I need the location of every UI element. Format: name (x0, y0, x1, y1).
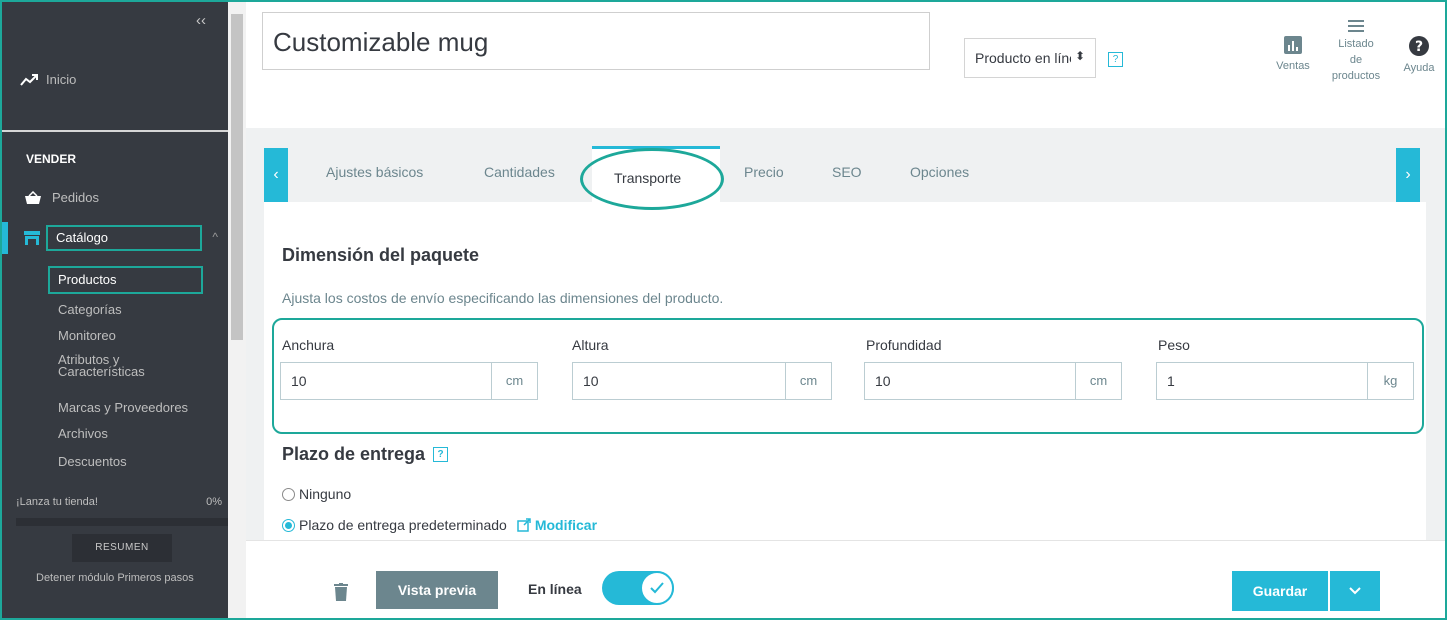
depth-unit: cm (1075, 363, 1121, 399)
check-icon (650, 582, 664, 594)
delivery-option-default[interactable]: Plazo de entrega predeterminado Modifica… (282, 517, 597, 533)
sidebar-item-label: Pedidos (52, 190, 99, 205)
highlight-circle (580, 148, 724, 210)
trash-icon[interactable] (334, 583, 348, 601)
sidebar: ‹‹ Inicio VENDER Pedidos Catálogo ^ Prod… (2, 2, 228, 618)
radio-label: Plazo de entrega predeterminado (299, 517, 507, 533)
product-list-label: Listado de productos (1331, 38, 1381, 82)
save-options-dropdown[interactable] (1330, 571, 1380, 611)
height-input[interactable]: 10 cm (572, 362, 832, 400)
launch-progress-percent: 0% (206, 496, 222, 508)
chevron-down-icon (1349, 587, 1361, 595)
delivery-option-none[interactable]: Ninguno (282, 486, 351, 502)
sidebar-subitem-categories[interactable]: Categorías (58, 302, 122, 317)
store-icon (24, 231, 40, 245)
help-label: Ayuda (1403, 62, 1435, 74)
tab-quantities[interactable]: Cantidades (484, 164, 555, 180)
sidebar-item-label: Inicio (46, 72, 77, 87)
online-toggle[interactable] (602, 571, 674, 605)
sidebar-subitem-products[interactable]: Productos (48, 266, 203, 294)
basket-icon (25, 190, 41, 204)
sidebar-item-catalog[interactable]: Catálogo ^ (2, 222, 228, 254)
preview-button[interactable]: Vista previa (376, 571, 498, 609)
bar-chart-icon (1284, 36, 1302, 54)
sidebar-item-orders[interactable]: Pedidos (24, 190, 99, 205)
stop-module-link[interactable]: Detener módulo Primeros pasos (36, 572, 194, 584)
sidebar-item-label: Catálogo (46, 225, 202, 251)
sidebar-section-heading: VENDER (26, 152, 77, 166)
sidebar-subitem-discounts[interactable]: Descuentos (58, 454, 127, 469)
depth-label: Profundidad (866, 337, 942, 353)
product-name-input[interactable]: Customizable mug (262, 12, 930, 70)
help-icon[interactable]: ? (433, 447, 449, 462)
save-button[interactable]: Guardar (1232, 571, 1328, 611)
product-header: Customizable mug Producto en línea ⬍ ? V… (246, 2, 1445, 128)
sidebar-subitem-attributes[interactable]: Atributos y Características (58, 353, 145, 378)
list-icon (1348, 20, 1364, 32)
status-select-value: Producto en línea (975, 50, 1071, 66)
sales-button[interactable]: Ventas (1268, 24, 1318, 74)
external-link-icon (517, 518, 531, 532)
depth-input[interactable]: 10 cm (864, 362, 1122, 400)
sidebar-subitem-monitoring[interactable]: Monitoreo (58, 328, 116, 343)
sidebar-subitem-files[interactable]: Archivos (58, 426, 108, 441)
tab-pricing[interactable]: Precio (744, 164, 784, 180)
modify-link-label: Modificar (534, 517, 598, 533)
tabs-next-button[interactable]: › (1396, 148, 1420, 202)
radio-button[interactable] (282, 487, 295, 501)
tab-basic-settings[interactable]: Ajustes básicos (326, 164, 423, 180)
svg-text:?: ? (1415, 39, 1423, 55)
delivery-time-title: Plazo de entrega (282, 444, 426, 464)
product-list-button[interactable]: Listado de productos (1322, 20, 1390, 84)
width-value: 10 (291, 373, 307, 389)
summary-button[interactable]: RESUMEN (72, 534, 172, 562)
radio-button-selected[interactable] (282, 518, 295, 532)
weight-unit: kg (1367, 363, 1413, 399)
toggle-knob (640, 571, 674, 605)
launch-progress-bar (16, 518, 228, 526)
sidebar-scrollbar[interactable] (228, 2, 246, 618)
height-value: 10 (583, 373, 599, 389)
width-unit: cm (491, 363, 537, 399)
radio-label: Ninguno (299, 486, 352, 502)
sidebar-collapse-button[interactable]: ‹‹ (196, 12, 206, 29)
active-indicator (2, 222, 8, 254)
depth-value: 10 (875, 373, 891, 389)
help-icon[interactable]: ? (1108, 52, 1123, 67)
sidebar-subitem-brands[interactable]: Marcas y Proveedores (58, 400, 188, 415)
package-dimension-title: Dimensión del paquete (282, 245, 480, 265)
online-label: En línea (528, 581, 582, 597)
tab-seo[interactable]: SEO (832, 164, 862, 180)
weight-label: Peso (1158, 337, 1190, 353)
launch-store-label: ¡Lanza tu tienda! (16, 496, 98, 508)
help-button[interactable]: ? Ayuda (1396, 24, 1442, 76)
tabs-prev-button[interactable]: ‹ (264, 148, 288, 202)
tab-options[interactable]: Opciones (910, 164, 969, 180)
weight-input[interactable]: 1 kg (1156, 362, 1414, 400)
sales-label: Ventas (1276, 60, 1310, 72)
question-circle-icon: ? (1409, 36, 1429, 56)
height-label: Altura (572, 337, 609, 353)
sort-arrows-icon: ⬍ (1074, 49, 1085, 63)
trend-icon (20, 73, 38, 86)
package-dimension-description: Ajusta los costos de envío especificando… (282, 290, 724, 306)
modify-link[interactable]: Modificar (517, 517, 597, 533)
width-input[interactable]: 10 cm (280, 362, 538, 400)
weight-value: 1 (1167, 373, 1175, 389)
chevron-up-icon: ^ (212, 230, 218, 244)
width-label: Anchura (282, 337, 335, 353)
sidebar-item-home[interactable]: Inicio (20, 72, 76, 87)
action-footer: Vista previa En línea Guardar (246, 540, 1445, 618)
sidebar-divider (2, 130, 228, 132)
height-unit: cm (785, 363, 831, 399)
product-status-select[interactable]: Producto en línea ⬍ (964, 38, 1096, 78)
scrollbar-thumb[interactable] (231, 14, 243, 340)
delivery-time-heading: Plazo de entrega ? (282, 444, 449, 465)
